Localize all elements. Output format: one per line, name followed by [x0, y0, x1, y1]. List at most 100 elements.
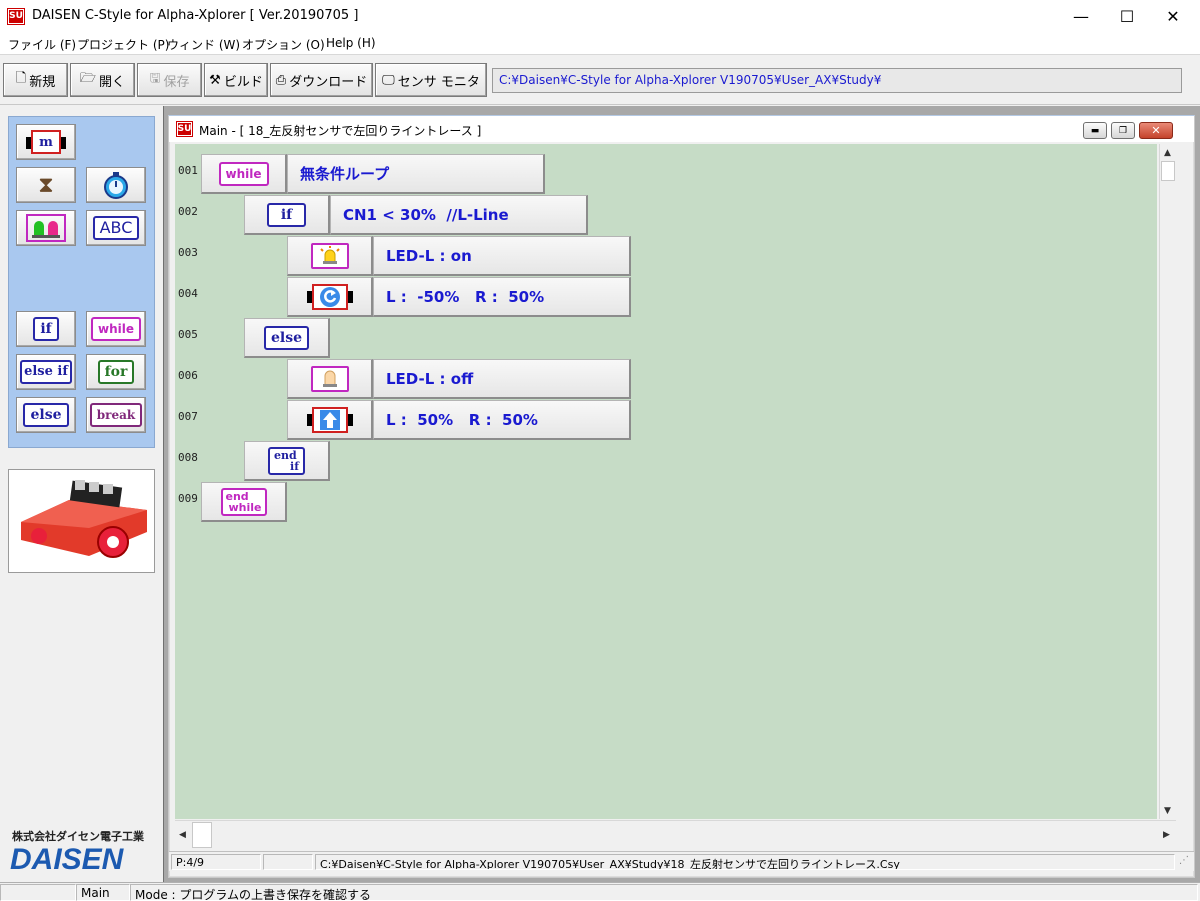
menu-project[interactable]: プロジェクト (P): [77, 36, 169, 53]
build-button-label: ビルド: [223, 74, 263, 90]
line-number: 002: [178, 205, 198, 218]
minimize-icon: ▬: [1090, 125, 1100, 136]
sensor-monitor-button[interactable]: 🖵 センサ モニタ: [375, 63, 487, 97]
palette-timer-button[interactable]: [86, 167, 146, 203]
vertical-scrollbar[interactable]: ▲ ▼: [1159, 144, 1176, 819]
line-number: 008: [178, 451, 198, 464]
while-condition[interactable]: 無条件ループ: [287, 154, 545, 194]
palette-motor-button[interactable]: m: [16, 124, 76, 160]
led-on-block[interactable]: LED-L : on: [287, 236, 631, 276]
line-number: 007: [178, 410, 198, 423]
palette-elseif-button[interactable]: else if: [16, 354, 76, 390]
else-keyword-cell[interactable]: else: [244, 318, 330, 358]
motor-forward-icon-cell[interactable]: [287, 400, 373, 440]
scroll-left-icon[interactable]: ◀: [179, 830, 186, 840]
palette-break-button[interactable]: break: [86, 397, 146, 433]
build-button[interactable]: ⚒ ビルド: [204, 63, 268, 97]
child-restore-button[interactable]: ❐: [1111, 122, 1135, 139]
while-block[interactable]: while 無条件ループ: [201, 154, 545, 194]
motor-turn-block[interactable]: L : -50% R : 50%: [287, 277, 631, 317]
maximize-button[interactable]: ☐: [1104, 0, 1150, 33]
scroll-down-icon[interactable]: ▼: [1164, 806, 1171, 816]
if-keyword-cell[interactable]: if: [244, 195, 330, 235]
palette-display-button[interactable]: ABC: [86, 210, 146, 246]
program-status-bar: P:4/9 C:¥Daisen¥C-Style for Alpha-Xplore…: [169, 851, 1194, 871]
horizontal-scrollbar[interactable]: ◀ ▶: [175, 820, 1176, 849]
new-button-label: 新規: [29, 74, 56, 90]
close-icon: ✕: [1166, 7, 1180, 26]
palette-wait-button[interactable]: ⧗: [16, 167, 76, 203]
motor-turn-text[interactable]: L : -50% R : 50%: [373, 277, 631, 317]
led-off-block[interactable]: LED-L : off: [287, 359, 631, 399]
program-window-icon[interactable]: SU: [176, 121, 193, 137]
child-minimize-button[interactable]: ▬: [1083, 122, 1107, 139]
status-pane-empty: [0, 884, 76, 901]
line-number: 005: [178, 328, 198, 341]
abc-label: ABC: [92, 216, 140, 240]
motor-forward-text[interactable]: L : 50% R : 50%: [373, 400, 631, 440]
resize-grip-icon[interactable]: ⋰: [1179, 855, 1189, 866]
child-close-button[interactable]: ✕: [1139, 122, 1173, 139]
save-button[interactable]: 🖫 保存: [137, 63, 202, 97]
led-on-icon: [310, 242, 349, 269]
scroll-right-icon[interactable]: ▶: [1163, 830, 1170, 840]
program-window-titlebar[interactable]: SU Main - [ 18_左反射センサで左回りライントレース ] ▬ ❐ ✕: [169, 116, 1194, 142]
else-keyword: else: [263, 325, 309, 350]
endif-keyword-cell[interactable]: end if: [244, 441, 330, 481]
program-window: SU Main - [ 18_左反射センサで左回りライントレース ] ▬ ❐ ✕…: [168, 115, 1195, 878]
line-number: 006: [178, 369, 198, 382]
palette-if-button[interactable]: if: [16, 311, 76, 347]
scroll-up-icon[interactable]: ▲: [1164, 148, 1171, 158]
status-bar: Main Mode : プログラムの上書き保存を確認する: [0, 882, 1200, 901]
motor-turn-icon-cell[interactable]: [287, 277, 373, 317]
else-block[interactable]: else: [244, 318, 330, 358]
palette-led-button[interactable]: [16, 210, 76, 246]
program-canvas[interactable]: 001 while 無条件ループ 002 if CN1 < 30% //L-Li…: [175, 144, 1157, 819]
block-palette: m ⧗ ABC if while else if for else break: [8, 116, 155, 448]
menu-window[interactable]: ウィンド (W): [167, 36, 240, 53]
while-keyword-cell[interactable]: while: [201, 154, 287, 194]
minimize-button[interactable]: —: [1058, 0, 1104, 33]
led-on-text[interactable]: LED-L : on: [373, 236, 631, 276]
menu-bar: ファイル (F) プロジェクト (P) ウィンド (W) オプション (O) H…: [0, 33, 1200, 55]
open-button-label: 開く: [99, 74, 126, 90]
app-icon[interactable]: SU: [7, 8, 25, 25]
hscroll-thumb[interactable]: [192, 822, 212, 848]
elseif-keyword: else if: [20, 360, 72, 384]
project-path: C:¥Daisen¥C-Style for Alpha-Xplorer V190…: [492, 68, 1182, 93]
menu-option[interactable]: オプション (O): [242, 36, 325, 53]
palette-else-button[interactable]: else: [16, 397, 76, 433]
open-button[interactable]: 🗁 開く: [70, 63, 135, 97]
download-button[interactable]: ⎙ ダウンロード: [270, 63, 373, 97]
if-block[interactable]: if CN1 < 30% //L-Line: [244, 195, 588, 235]
scroll-thumb[interactable]: [1161, 161, 1175, 181]
motor-forward-block[interactable]: L : 50% R : 50%: [287, 400, 631, 440]
endwhile-block[interactable]: end while: [201, 482, 287, 522]
brand-logo: 株式会社ダイセン電子工業 DAISEN: [10, 828, 154, 880]
status-pane-empty: [263, 854, 313, 870]
toolbar: 🗋 新規 🗁 開く 🖫 保存 ⚒ ビルド ⎙ ダウンロード 🖵 センサ モニタ …: [0, 56, 1200, 105]
brand-daisen: DAISEN: [10, 843, 124, 876]
motor-icon: m: [26, 130, 66, 154]
close-icon: ✕: [1151, 124, 1161, 137]
hourglass-icon: ⧗: [38, 172, 54, 198]
menu-help[interactable]: Help (H): [326, 36, 376, 50]
endwhile-keyword-cell[interactable]: end while: [201, 482, 287, 522]
new-button[interactable]: 🗋 新規: [3, 63, 68, 97]
led-off-text[interactable]: LED-L : off: [373, 359, 631, 399]
endif-block[interactable]: end if: [244, 441, 330, 481]
if-condition[interactable]: CN1 < 30% //L-Line: [330, 195, 588, 235]
motor-label: m: [39, 134, 53, 150]
menu-file[interactable]: ファイル (F): [8, 36, 76, 53]
restore-icon: ❐: [1118, 125, 1128, 136]
close-button[interactable]: ✕: [1150, 0, 1196, 33]
maximize-icon: ☐: [1119, 7, 1135, 26]
palette-while-button[interactable]: while: [86, 311, 146, 347]
palette-for-button[interactable]: for: [86, 354, 146, 390]
led-on-icon-cell[interactable]: [287, 236, 373, 276]
led-off-icon-cell[interactable]: [287, 359, 373, 399]
if-keyword: if: [33, 317, 59, 341]
download-button-label: ダウンロード: [289, 74, 368, 90]
file-path: C:¥Daisen¥C-Style for Alpha-Xplorer V190…: [315, 854, 1175, 870]
download-icon: ⎙: [275, 72, 287, 88]
